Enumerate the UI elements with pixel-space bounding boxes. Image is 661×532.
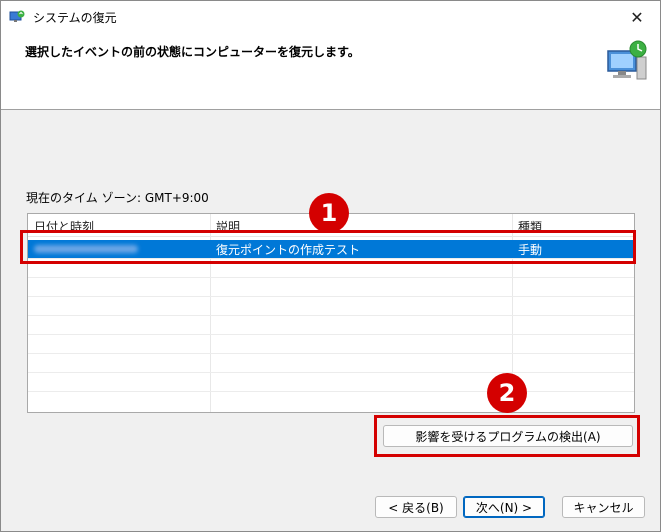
- cancel-button[interactable]: キャンセル: [562, 496, 645, 518]
- header-panel: 選択したイベントの前の状態にコンピューターを復元します。: [1, 33, 660, 110]
- table-row: [28, 278, 634, 297]
- table-row: [28, 354, 634, 373]
- system-restore-icon: [9, 10, 25, 22]
- step-badge-1: 1: [309, 193, 349, 233]
- timezone-label: 現在のタイム ゾーン: GMT+9:00: [26, 191, 209, 205]
- sort-arrow-icon: ˅: [116, 213, 121, 222]
- window-title: システムの復元: [33, 11, 117, 25]
- title-bar: システムの復元 ✕: [1, 1, 660, 33]
- next-button[interactable]: 次へ(N) >: [463, 496, 545, 518]
- table-row: [28, 335, 634, 354]
- highlight-box-scan-button: [374, 415, 640, 457]
- close-icon: ✕: [630, 7, 644, 27]
- close-button[interactable]: ✕: [614, 1, 660, 33]
- table-row: [28, 373, 634, 392]
- table-row: [28, 316, 634, 335]
- back-button[interactable]: < 戻る(B): [375, 496, 457, 518]
- highlight-box-selected-row: [20, 230, 636, 264]
- table-row: [28, 297, 634, 316]
- step-badge-2: 2: [487, 373, 527, 413]
- system-restore-icon: [607, 40, 647, 80]
- instruction-text: 選択したイベントの前の状態にコンピューターを復元します。: [25, 45, 360, 59]
